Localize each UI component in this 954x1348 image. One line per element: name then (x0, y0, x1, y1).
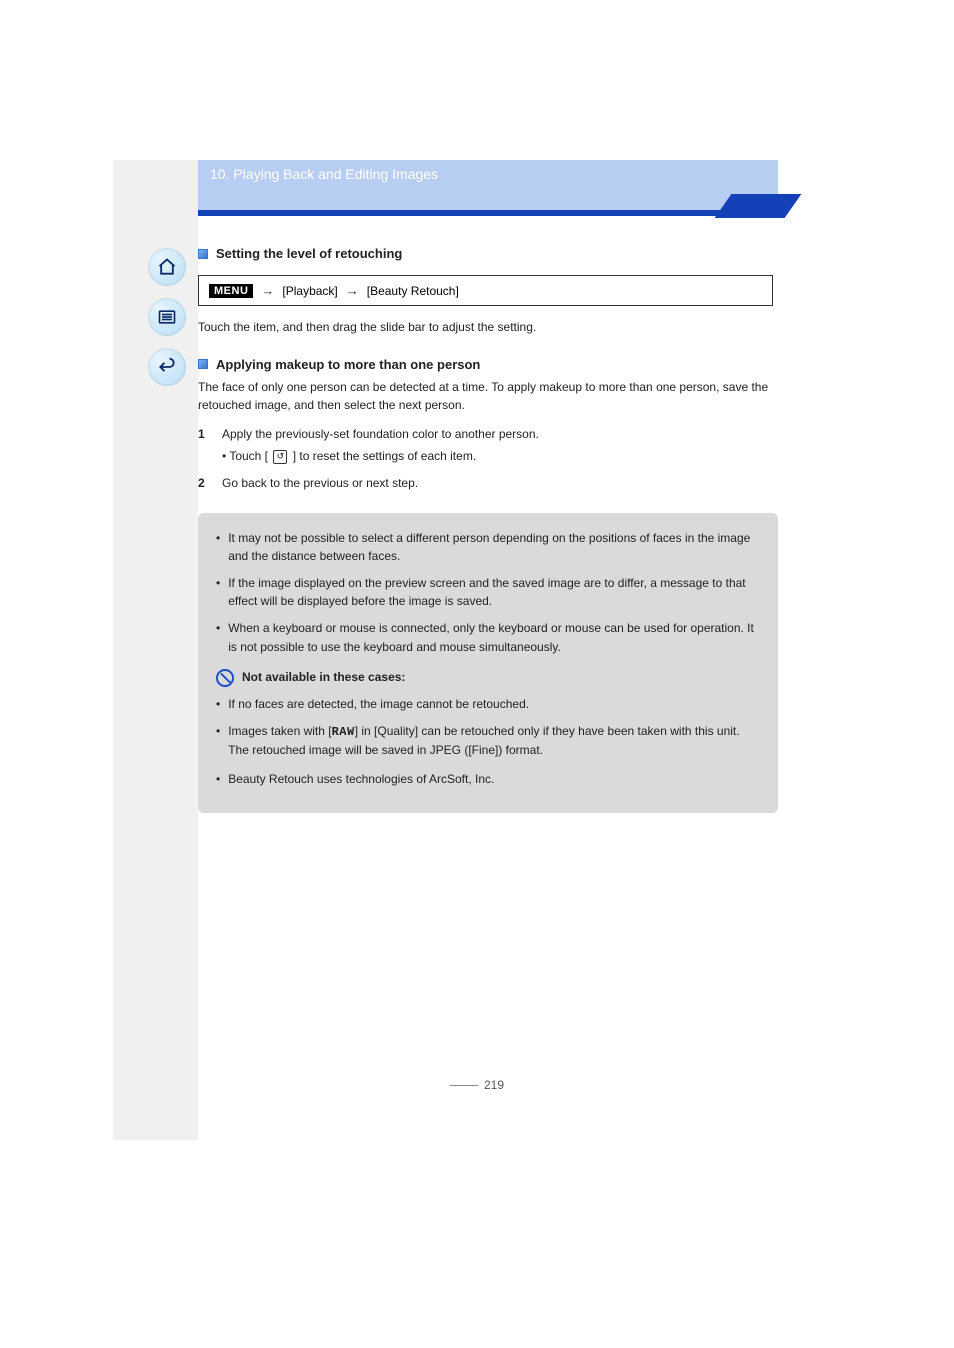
content-area: 10. Playing Back and Editing Images Sett… (198, 0, 818, 813)
step-1-text: Apply the previously-set foundation colo… (222, 427, 539, 441)
section2-intro: The face of only one person can be detec… (198, 378, 773, 415)
menu-chip: MENU (209, 284, 253, 298)
back-icon[interactable] (148, 348, 186, 386)
home-icon[interactable] (148, 248, 186, 286)
square-bullet-icon (198, 249, 208, 259)
info-b1: It may not be possible to select a diffe… (228, 529, 760, 566)
square-bullet-icon (198, 359, 208, 369)
info-na2-a: Images taken with [ (228, 724, 331, 738)
step-1-sub-a: Touch [ (229, 449, 268, 463)
section1-note: Touch the item, and then drag the slide … (198, 318, 773, 337)
step-number: 2 (198, 474, 212, 493)
banner-underline (198, 210, 738, 216)
not-available-icon (216, 669, 234, 687)
info-b3: When a keyboard or mouse is connected, o… (228, 619, 760, 656)
raw-badge: RAW (332, 725, 355, 739)
page-number: 219 (0, 1078, 954, 1092)
section-heading-2: Applying makeup to more than one person (198, 357, 818, 372)
step-1-sub-b: ] to reset the settings of each item. (293, 449, 476, 463)
nav-icon-group (148, 248, 186, 386)
steps-list: 1 Apply the previously-set foundation co… (198, 425, 773, 493)
banner-corner (715, 194, 802, 218)
heading-1-text: Setting the level of retouching (216, 246, 402, 261)
not-available-label: Not available in these cases: (242, 668, 405, 687)
chapter-banner: 10. Playing Back and Editing Images (198, 160, 778, 210)
info-box: •It may not be possible to select a diff… (198, 513, 778, 813)
not-available-row: Not available in these cases: (216, 668, 760, 687)
page: { "sidebar": { "icons": { "home": "home-… (0, 0, 954, 1348)
menu-path-2: [Beauty Retouch] (367, 284, 459, 298)
step-number: 1 (198, 425, 212, 466)
heading-2-text: Applying makeup to more than one person (216, 357, 480, 372)
step-1: 1 Apply the previously-set foundation co… (198, 425, 773, 466)
section-heading-1: Setting the level of retouching (198, 246, 818, 261)
reset-icon: ↺ (273, 450, 287, 464)
info-trademark: Beauty Retouch uses technologies of ArcS… (228, 770, 494, 789)
arrow-icon: → (346, 283, 359, 298)
step-2-text: Go back to the previous or next step. (222, 474, 773, 493)
info-b2: If the image displayed on the preview sc… (228, 574, 760, 611)
info-na1: If no faces are detected, the image cann… (228, 695, 529, 714)
menu-path-box: MENU → [Playback] → [Beauty Retouch] (198, 275, 773, 306)
chapter-title: 10. Playing Back and Editing Images (210, 166, 438, 182)
arrow-icon: → (261, 283, 274, 298)
menu-path-1: [Playback] (282, 284, 337, 298)
step-2: 2 Go back to the previous or next step. (198, 474, 773, 493)
menu-icon[interactable] (148, 298, 186, 336)
